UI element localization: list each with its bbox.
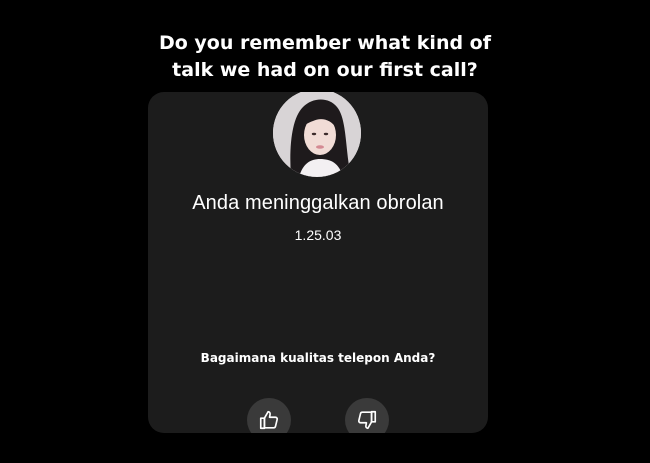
thumbs-up-icon xyxy=(259,410,279,430)
caller-avatar xyxy=(273,92,361,177)
caption-line-2: talk we had on our first call? xyxy=(172,59,478,81)
call-quality-question: Bagaimana kualitas telepon Anda? xyxy=(200,351,436,365)
thumbs-down-icon xyxy=(357,410,377,430)
caption-line-1: Do you remember what kind of xyxy=(158,32,492,54)
thumbs-down-button[interactable] xyxy=(345,398,389,433)
thumbs-up-button[interactable] xyxy=(247,398,291,433)
call-status-text: Anda meninggalkan obrolan xyxy=(192,192,444,214)
video-caption: Do you remember what kind of talk we had… xyxy=(0,30,650,84)
call-ended-card: Anda meninggalkan obrolan 1.25.03 Bagaim… xyxy=(148,92,488,433)
call-duration: 1.25.03 xyxy=(294,227,342,243)
